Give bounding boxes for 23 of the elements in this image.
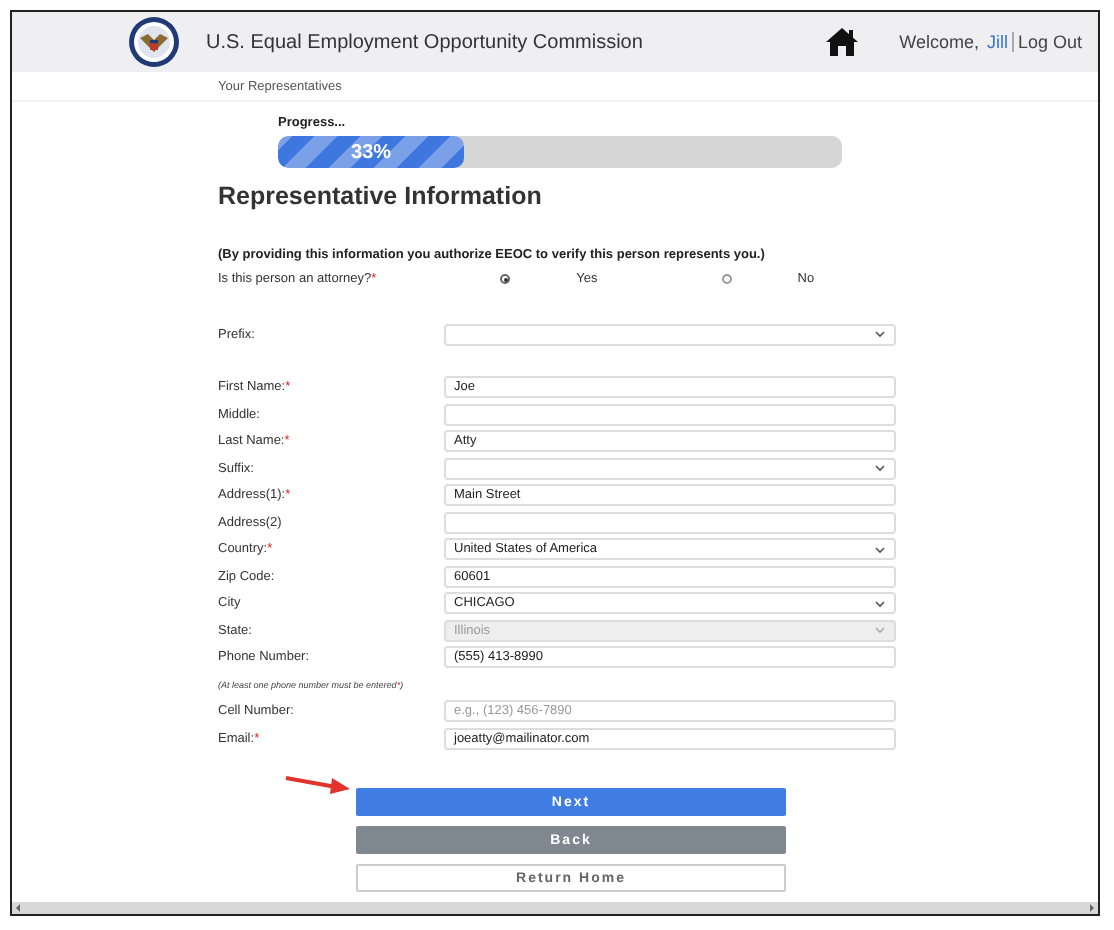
select-field[interactable] (444, 323, 896, 346)
input-field[interactable] (444, 511, 896, 534)
chevron-icon (874, 464, 886, 473)
scroll-right-icon[interactable] (1086, 902, 1098, 914)
home-icon[interactable] (823, 26, 860, 58)
welcome-text: Welcome, (899, 32, 979, 52)
input-field[interactable] (444, 403, 896, 426)
chevron-icon (874, 599, 886, 608)
radio-button[interactable] (721, 274, 732, 285)
seal-icon (128, 16, 180, 68)
progress-reading: 33% (351, 141, 392, 163)
agency-title: U.S. Equal Employment Opportunity Commission (206, 31, 645, 53)
user-name: Jill (986, 32, 1014, 52)
section-heading: Representative Information (218, 182, 544, 210)
logout-link[interactable]: Log Out (1017, 32, 1082, 52)
chevron-icon (874, 626, 886, 635)
chevron-icon (874, 330, 886, 339)
arrow-icon (282, 772, 354, 796)
select-field[interactable] (444, 457, 896, 480)
scroll-left-icon[interactable] (12, 902, 24, 914)
horizontal-scrollbar[interactable] (12, 902, 1098, 914)
chevron-icon (874, 545, 886, 554)
radio-button[interactable] (500, 274, 511, 285)
